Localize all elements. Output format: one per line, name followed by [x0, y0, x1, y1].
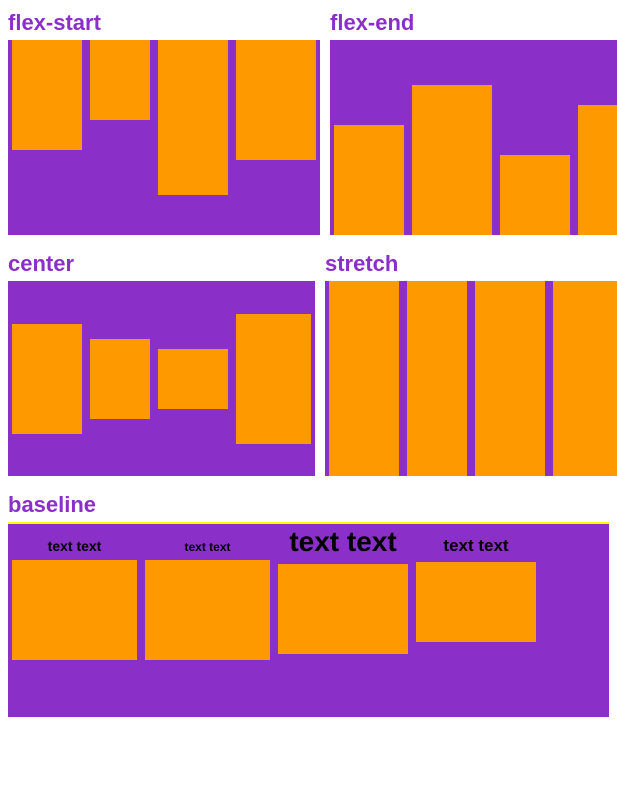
- baseline-col-4: text text: [416, 534, 536, 642]
- center-section: center: [8, 251, 315, 492]
- flex-start-item-1: [12, 40, 82, 150]
- stretch-item-3: [475, 281, 545, 476]
- flex-start-title: flex-start: [8, 10, 320, 36]
- center-item-1: [12, 324, 82, 434]
- baseline-title: baseline: [8, 492, 609, 518]
- baseline-label-1: text text: [44, 536, 106, 556]
- baseline-block-1: [12, 560, 137, 660]
- stretch-title: stretch: [325, 251, 617, 277]
- baseline-demo: text text text text text text text text: [8, 522, 609, 717]
- baseline-section: baseline text text text text text text t…: [8, 492, 609, 717]
- flex-start-item-4: [236, 40, 316, 160]
- baseline-col-2: text text: [145, 538, 270, 660]
- stretch-item-1: [329, 281, 399, 476]
- stretch-item-2: [407, 281, 467, 476]
- baseline-block-3: [278, 564, 408, 654]
- flex-start-demo: [8, 40, 320, 235]
- baseline-label-2: text text: [180, 538, 234, 556]
- flex-end-item-2: [412, 85, 492, 235]
- flex-end-title: flex-end: [330, 10, 617, 36]
- flex-end-demo: [330, 40, 617, 235]
- center-title: center: [8, 251, 315, 277]
- flex-start-section: flex-start: [8, 10, 320, 251]
- center-demo: [8, 281, 315, 476]
- flex-start-item-3: [158, 40, 228, 195]
- baseline-block-2: [145, 560, 270, 660]
- center-item-4: [236, 314, 311, 444]
- stretch-demo: [325, 281, 617, 476]
- baseline-block-4: [416, 562, 536, 642]
- stretch-section: stretch: [325, 251, 617, 492]
- baseline-col-3: text text: [278, 524, 408, 654]
- baseline-label-4: text text: [439, 534, 512, 558]
- center-item-3: [158, 349, 228, 409]
- baseline-col-1: text text: [12, 536, 137, 660]
- flex-start-item-2: [90, 40, 150, 120]
- baseline-label-3: text text: [285, 524, 400, 560]
- center-item-2: [90, 339, 150, 419]
- flex-end-section: flex-end: [330, 10, 617, 251]
- flex-end-item-1: [334, 125, 404, 235]
- flex-end-item-4: [578, 105, 617, 235]
- stretch-item-4: [553, 281, 617, 476]
- flex-end-item-3: [500, 155, 570, 235]
